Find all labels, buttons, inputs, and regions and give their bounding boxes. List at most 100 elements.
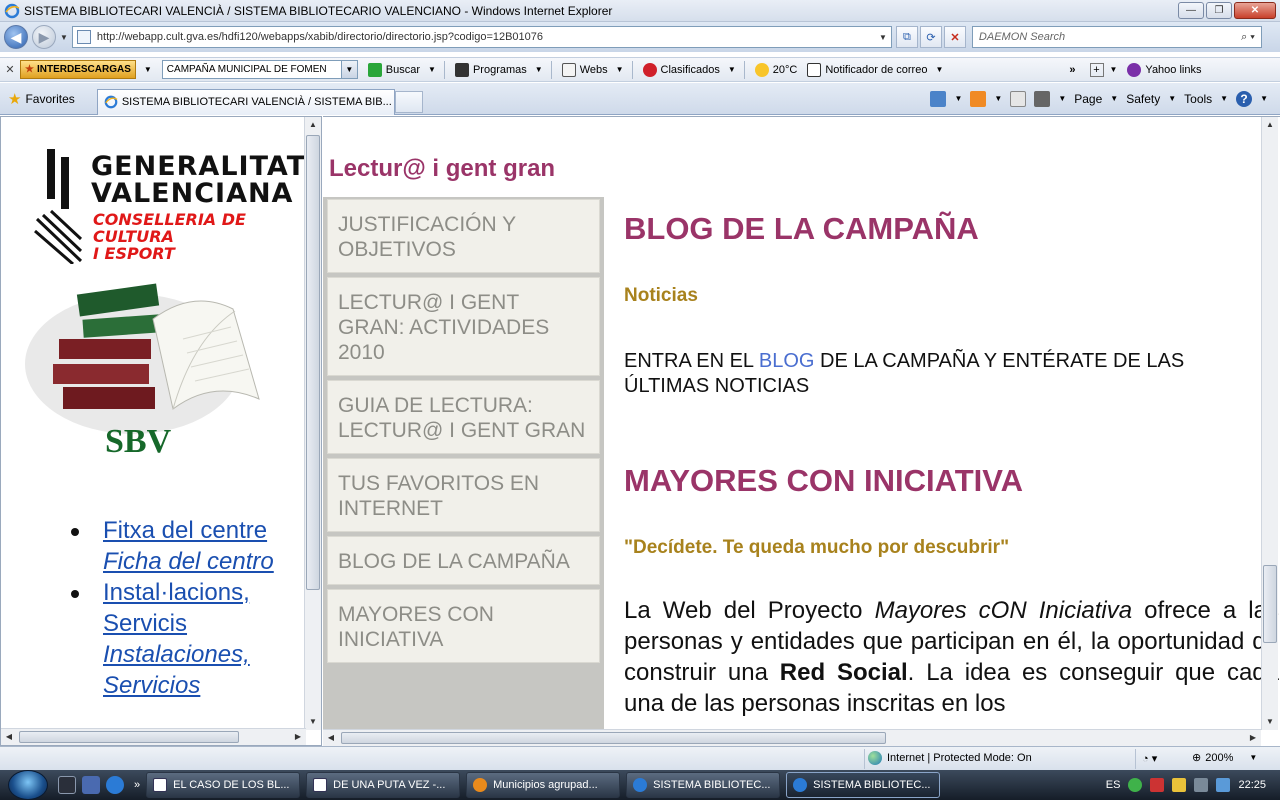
compat-view-icon[interactable]: ⧉ [895,26,918,48]
start-button[interactable] [8,770,48,800]
toolbar-close-icon[interactable]: ✕ [0,63,20,76]
taskbar-item-active[interactable]: SISTEMA BIBLIOTEC... [786,772,941,798]
taskbar-item[interactable]: SISTEMA BIBLIOTEC... [626,772,781,798]
zoom-control[interactable]: ⊕ 200% ▼ [1192,751,1257,765]
chevron-down-icon[interactable]: ▼ [1110,65,1118,74]
search-placeholder: DAEMON Search [978,31,1066,43]
chevron-down-icon[interactable]: ▼ [1110,94,1118,103]
taskbar-item[interactable]: DE UNA PUTA VEZ -... [306,772,461,798]
scroll-right-icon[interactable]: ▶ [1245,730,1261,746]
taskbar-item[interactable]: EL CASO DE LOS BL... [146,772,301,798]
network-icon[interactable] [1194,778,1209,792]
link-ficha-centro[interactable]: Ficha del centro [103,546,301,577]
scroll-down-icon[interactable]: ▼ [1262,714,1278,730]
taskbar-item-label: EL CASO DE LOS BL... [173,779,290,791]
show-desktop-icon[interactable] [82,776,100,794]
print-icon[interactable] [1034,90,1051,107]
menu-mayores[interactable]: MAYORES CON INICIATIVA [327,589,600,663]
feeds-icon[interactable] [970,90,987,107]
history-dropdown[interactable]: ▼ [60,33,68,42]
left-vertical-scrollbar[interactable]: ▲ ▼ [304,117,321,730]
chevron-down-icon[interactable]: ▼ [1168,94,1176,103]
close-button[interactable]: ✕ [1234,2,1276,19]
taskbar-item[interactable]: Municipios agrupad... [466,772,621,798]
new-tab-button[interactable] [394,90,423,113]
menu-justificacion[interactable]: JUSTIFICACIÓN Y OBJETIVOS [327,199,600,273]
tray-app-icon[interactable] [1150,778,1165,792]
interdescargas-logo[interactable]: ★ INTERDESCARGAS [20,60,136,79]
help-icon[interactable]: ? [1236,90,1253,107]
tab-sistema-bibliotecari[interactable]: SISTEMA BIBLIOTECARI VALENCIÀ / SISTEMA … [96,88,395,115]
right-horizontal-scrollbar[interactable]: ◀ ▶ [323,729,1261,746]
programas-button[interactable]: Programas ▼ [454,62,543,77]
safety-menu[interactable]: Safety [1126,92,1160,106]
page-menu[interactable]: Page [1074,92,1102,106]
ie-icon[interactable] [106,776,124,794]
scroll-left-icon[interactable]: ◀ [1,729,17,745]
blog-link[interactable]: BLOG [759,350,815,372]
brand-dropdown-icon[interactable]: ▼ [144,65,152,74]
search-input[interactable]: DAEMON Search ⌕ ▾ [971,26,1262,48]
chevron-down-icon[interactable]: ▼ [994,94,1002,103]
forward-button[interactable]: ▶ [32,25,56,49]
tab-label: SISTEMA BIBLIOTECARI VALENCIÀ / SISTEMA … [121,96,392,108]
volume-icon[interactable] [1216,778,1231,792]
minimize-button[interactable]: — [1178,2,1204,19]
right-vertical-scrollbar[interactable]: ▲ ▼ [1261,117,1278,730]
chevron-down-icon[interactable]: ▼ [1058,94,1066,103]
scroll-left-icon[interactable]: ◀ [323,730,339,746]
scroll-up-icon[interactable]: ▲ [1262,117,1278,133]
yahoo-links-button[interactable]: Yahoo links [1127,62,1201,77]
search-icon[interactable]: ⌕ ▾ [1241,31,1255,44]
restore-button[interactable]: ❐ [1206,2,1232,19]
menu-actividades[interactable]: LECTUR@ I GENT GRAN: ACTIVIDADES 2010 [327,277,600,376]
address-dropdown-icon[interactable]: ▼ [879,33,887,42]
back-button[interactable]: ◀ [4,25,28,49]
combo-dropdown-icon[interactable]: ▼ [340,61,357,78]
left-horizontal-scrollbar[interactable]: ◀ ▶ [1,728,306,745]
scroll-down-icon[interactable]: ▼ [305,714,321,730]
toolbar-overflow-icon[interactable]: » [1069,64,1075,76]
favorites-button[interactable]: ★ Favorites [8,90,75,108]
language-indicator[interactable]: ES [1106,779,1121,791]
home-icon[interactable] [930,90,947,107]
refresh-icon[interactable]: ⟳ [919,26,942,48]
status-divider [864,748,865,769]
security-zone[interactable]: Internet | Protected Mode: On [868,751,1032,765]
taskbar-item-label: SISTEMA BIBLIOTEC... [813,779,931,791]
menu-guia-lectura[interactable]: GUIA DE LECTURA: LECTUR@ I GENT GRAN [327,380,600,454]
scroll-thumb[interactable] [341,732,886,744]
menu-favoritos[interactable]: TUS FAVORITOS EN INTERNET [327,458,600,532]
stop-icon[interactable]: ✕ [943,26,966,48]
protected-mode-icon[interactable]: ◔ ▾ [1142,752,1157,765]
notificador-label: Notificador de correo [825,63,928,76]
scroll-right-icon[interactable]: ▶ [290,729,306,745]
add-icon[interactable]: + [1089,62,1104,77]
chevron-down-icon[interactable]: ▼ [1260,94,1268,103]
read-mail-icon[interactable] [1010,90,1027,107]
notificador-button[interactable]: Notificador de correo ▼ [807,62,943,77]
clock[interactable]: 22:25 [1238,779,1266,791]
tools-menu[interactable]: Tools [1184,92,1212,106]
quick-launch-overflow-icon[interactable]: » [134,779,140,791]
menu-blog[interactable]: BLOG DE LA CAMPAÑA [327,536,600,585]
buscar-button[interactable]: Buscar ▼ [367,62,436,77]
scroll-thumb[interactable] [306,135,320,590]
scroll-up-icon[interactable]: ▲ [305,117,321,133]
chevron-down-icon[interactable]: ▼ [1220,94,1228,103]
media-icon[interactable] [58,776,76,794]
tray-app-icon[interactable] [1172,778,1187,792]
chevron-down-icon[interactable]: ▼ [954,94,962,103]
toolbar-search-combo[interactable]: CAMPAÑA MUNICIPAL DE FOMEN ▼ [161,60,358,79]
link-instalacions[interactable]: Instal·lacions, Servicis [103,577,301,639]
clasificados-button[interactable]: Clasificados ▼ [642,62,736,77]
scroll-thumb[interactable] [1263,565,1277,643]
combo-value: CAMPAÑA MUNICIPAL DE FOMEN [166,64,327,75]
scroll-thumb[interactable] [19,731,239,743]
webs-button[interactable]: Webs ▼ [561,62,624,77]
weather-button[interactable]: 20°C [754,62,797,77]
tray-app-icon[interactable] [1128,778,1143,792]
link-instalaciones[interactable]: Instalaciones, Servicios [103,639,301,701]
link-fitxa-centre[interactable]: Fitxa del centre [103,515,301,546]
address-input[interactable]: http://webapp.cult.gva.es/hdfi120/webapp… [71,26,892,48]
